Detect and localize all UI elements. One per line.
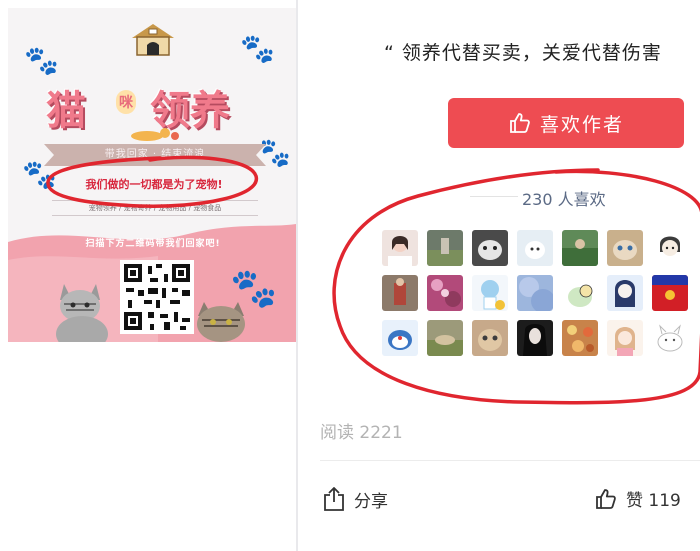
paw-print-icon: 🐾 bbox=[24, 44, 59, 77]
likes-count[interactable]: 230 人喜欢 bbox=[518, 186, 610, 210]
avatar[interactable] bbox=[427, 275, 463, 311]
article-panel: “ 领养代替买卖，关爱代替伤害 喜欢作者 230 人喜欢 阅读 2221 分享 … bbox=[298, 0, 700, 551]
avatar[interactable] bbox=[427, 320, 463, 356]
avatar[interactable] bbox=[652, 320, 688, 356]
poster-scan-instruction: 扫描下方二维码带我们回家吧! bbox=[85, 239, 221, 249]
poster-title-small: 咪 bbox=[116, 90, 136, 114]
article-quote: “ 领养代替买卖，关爱代替伤害 bbox=[384, 42, 662, 64]
avatar[interactable] bbox=[382, 320, 418, 356]
avatar[interactable] bbox=[652, 275, 688, 311]
like-author-label: 喜欢作者 bbox=[539, 113, 624, 136]
poster-title-char-1: 猫 bbox=[46, 87, 86, 134]
paw-print-icon: 🐾 bbox=[230, 266, 278, 310]
avatar[interactable] bbox=[472, 275, 508, 311]
thumb-up-icon bbox=[596, 488, 616, 509]
cat-photo-left bbox=[56, 284, 108, 342]
share-button[interactable]: 分享 bbox=[322, 486, 388, 512]
avatar[interactable] bbox=[517, 320, 553, 356]
ribbon-text: 带我回家 · 结束流浪 bbox=[104, 149, 206, 160]
praise-label: 赞 119 bbox=[626, 491, 681, 511]
poster-panel: 🐾 🐾 🐾 🐾 猫 咪 领养 带我回家 · 结束流浪 我们做的一切都是为了宠物! bbox=[0, 0, 296, 551]
avatar[interactable] bbox=[472, 320, 508, 356]
poster-slogan: 我们做的一切都是为了宠物! bbox=[85, 178, 223, 191]
avatar[interactable] bbox=[652, 230, 688, 266]
share-icon bbox=[324, 487, 344, 511]
poster-services: 宠物领养 / 宠物寄养 / 宠物用品 / 宠物食品 bbox=[52, 200, 258, 216]
avatar[interactable] bbox=[517, 230, 553, 266]
share-label: 分享 bbox=[354, 491, 388, 512]
avatar[interactable] bbox=[607, 275, 643, 311]
footer-divider bbox=[320, 460, 700, 461]
avatar[interactable] bbox=[562, 230, 598, 266]
paw-print-icon: 🐾 bbox=[240, 32, 275, 65]
thumb-up-icon bbox=[510, 113, 530, 133]
avatar[interactable] bbox=[472, 230, 508, 266]
like-author-button[interactable]: 喜欢作者 bbox=[448, 98, 684, 148]
adoption-poster[interactable]: 🐾 🐾 🐾 🐾 猫 咪 领养 带我回家 · 结束流浪 我们做的一切都是为了宠物! bbox=[8, 8, 296, 342]
avatar[interactable] bbox=[562, 320, 598, 356]
avatar[interactable] bbox=[427, 230, 463, 266]
kitten-illustration-icon bbox=[131, 128, 179, 141]
qr-code-icon[interactable] bbox=[120, 260, 194, 334]
avatar[interactable] bbox=[382, 275, 418, 311]
avatar[interactable] bbox=[382, 230, 418, 266]
avatar[interactable] bbox=[607, 230, 643, 266]
praise-button[interactable]: 赞 119 bbox=[594, 486, 681, 511]
avatar[interactable] bbox=[517, 275, 553, 311]
avatar[interactable] bbox=[607, 320, 643, 356]
read-count: 阅读 2221 bbox=[320, 423, 403, 443]
avatar[interactable] bbox=[562, 275, 598, 311]
house-logo-icon bbox=[132, 24, 174, 56]
